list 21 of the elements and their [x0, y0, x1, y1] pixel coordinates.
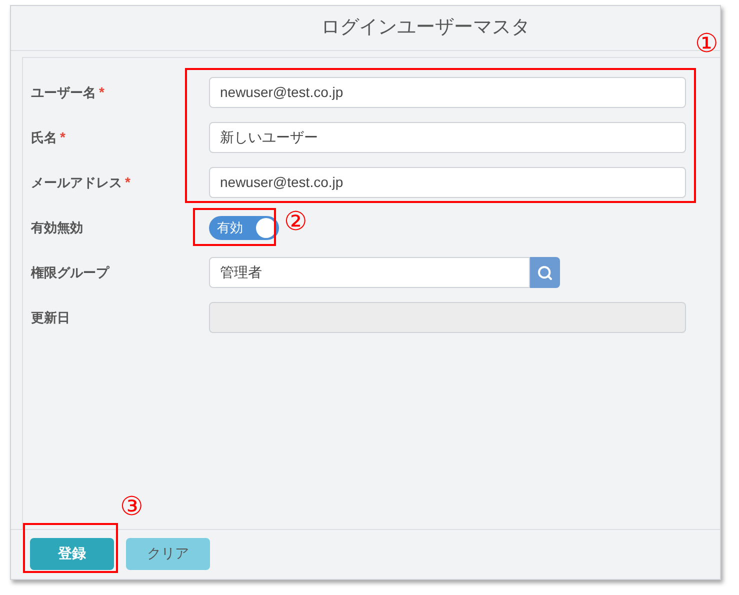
field-label: ユーザー名 [31, 84, 96, 102]
field-label: 有効無効 [31, 218, 83, 237]
window-title: ログインユーザーマスタ [321, 16, 530, 40]
required-mark: * [99, 83, 104, 102]
text-field[interactable]: 新しいユーザー [209, 122, 686, 153]
search-icon [537, 264, 553, 280]
lookup-field[interactable]: 管理者 [209, 257, 530, 288]
text-field[interactable]: newuser@test.co.jp [209, 77, 686, 108]
callout-number: ③ [120, 493, 143, 519]
clear-button[interactable]: クリア [126, 538, 210, 570]
toggle-knob [256, 218, 276, 238]
field-label: 氏名 [31, 128, 57, 147]
callout-number: ② [284, 208, 307, 234]
text-field[interactable]: newuser@test.co.jp [209, 167, 686, 198]
required-mark: * [125, 173, 130, 192]
required-mark: * [60, 128, 66, 147]
field-label: 権限グループ [31, 264, 109, 282]
field-label: 更新日 [31, 308, 70, 327]
search-button[interactable] [530, 257, 560, 288]
callout-number: ① [695, 30, 718, 56]
field-label: メールアドレス [31, 174, 122, 192]
